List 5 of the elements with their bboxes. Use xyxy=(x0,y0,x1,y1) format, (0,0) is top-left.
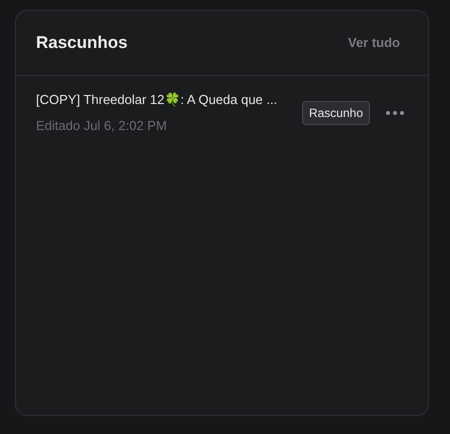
draft-title[interactable]: [COPY] Threedolar 12🍀: A Queda que ... xyxy=(36,90,296,110)
edited-time: Editado Jul 6, 2:02 PM xyxy=(36,116,168,134)
view-all-link[interactable]: Ver tudo xyxy=(348,33,400,53)
card-title: Rascunhos xyxy=(36,32,128,54)
status-badge: Rascunho xyxy=(302,100,370,124)
